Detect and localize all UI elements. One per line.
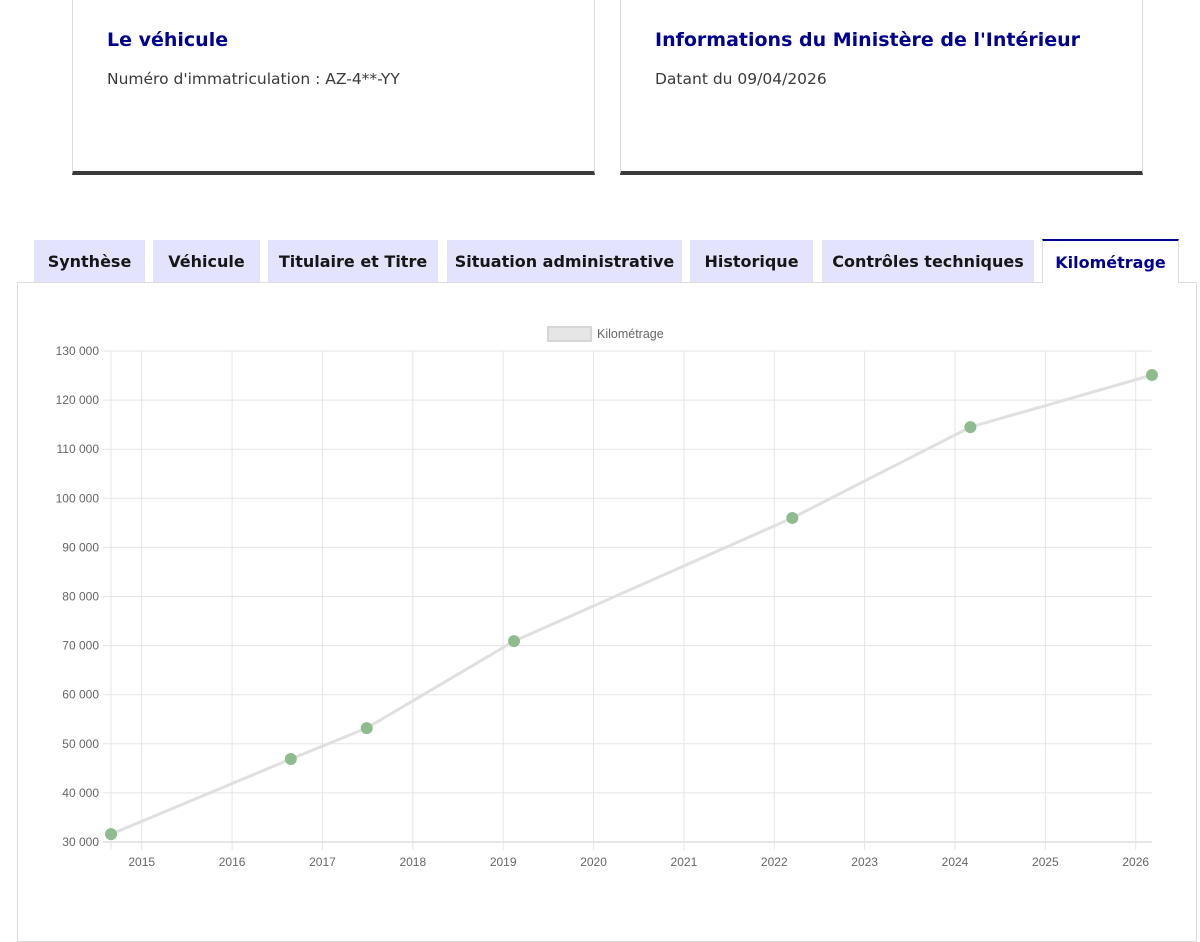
x-tick-label: 2016 [219,855,246,869]
data-point[interactable] [786,511,799,524]
x-tick-label: 2019 [490,855,517,869]
data-point[interactable] [1146,369,1158,382]
data-point[interactable] [284,753,297,766]
legend-swatch [547,326,592,342]
x-tick-label: 2018 [399,855,426,869]
y-tick-label: 130 000 [56,344,100,358]
x-tick-label: 2024 [942,855,969,869]
y-tick-label: 30 000 [62,835,99,849]
x-tick-label: 2023 [851,855,878,869]
x-tick-label: 2017 [309,855,336,869]
y-tick-label: 120 000 [56,393,100,407]
data-point[interactable] [508,635,521,648]
x-tick-label: 2020 [580,855,607,869]
x-tick-label: 2022 [761,855,788,869]
y-tick-label: 110 000 [57,442,100,456]
y-tick-label: 60 000 [62,688,99,702]
y-tick-label: 40 000 [62,786,99,800]
x-tick-label: 2025 [1032,855,1059,869]
data-point[interactable] [105,828,117,841]
y-tick-label: 90 000 [62,540,99,554]
series-line [110,373,1153,836]
chart-legend[interactable]: Kilométrage [547,326,664,342]
x-tick-label: 2021 [671,855,698,869]
y-tick-label: 50 000 [62,737,99,751]
tab-kilometrage[interactable]: Kilométrage [1042,239,1179,283]
data-point[interactable] [964,421,977,434]
data-point[interactable] [360,722,373,735]
legend-label: Kilométrage [597,327,664,341]
y-tick-label: 80 000 [62,590,99,604]
x-tick-label: 2015 [128,855,155,869]
mileage-chart: 30 000 40 000 50 000 60 000 70 000 80 000 90 0… [56,326,1158,869]
x-tick-label: 2026 [1122,855,1149,869]
y-tick-label: 100 000 [56,491,100,505]
y-tick-label: 70 000 [62,639,99,653]
